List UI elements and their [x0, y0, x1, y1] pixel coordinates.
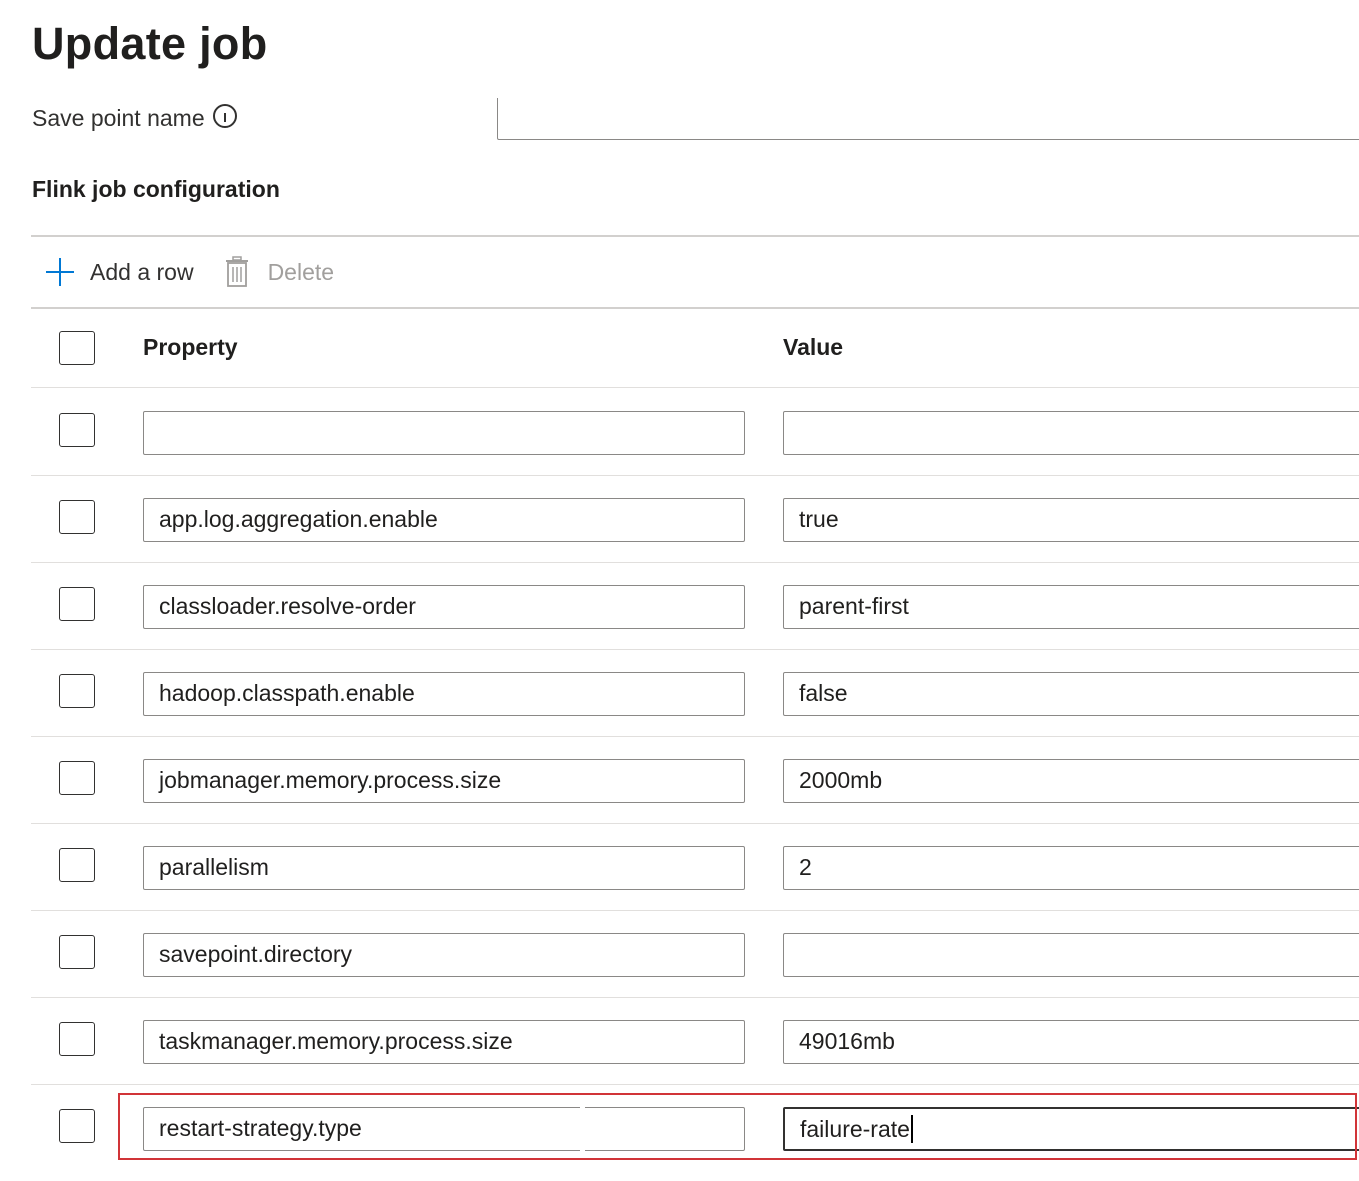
- table-row-highlighted: restart-strategy.type failure-rate: [31, 1085, 1359, 1172]
- savepoint-row: Save point name: [0, 98, 1359, 142]
- property-input[interactable]: parallelism: [143, 846, 745, 890]
- input-split-gap: [580, 1107, 585, 1155]
- property-input[interactable]: savepoint.directory: [143, 933, 745, 977]
- property-input[interactable]: app.log.aggregation.enable: [143, 498, 745, 542]
- table-row: jobmanager.memory.process.size 2000mb: [31, 737, 1359, 824]
- page-title: Update job: [32, 14, 1359, 98]
- plus-icon: [46, 258, 74, 286]
- table-row: [31, 389, 1359, 476]
- table-row: hadoop.classpath.enable false: [31, 650, 1359, 737]
- delete-button[interactable]: Delete: [224, 256, 334, 288]
- grid-toolbar: Add a row Delete: [44, 250, 364, 294]
- value-input[interactable]: [783, 411, 1359, 455]
- property-input[interactable]: restart-strategy.type: [143, 1107, 745, 1151]
- column-header-value: Value: [783, 334, 844, 360]
- property-input[interactable]: classloader.resolve-order: [143, 585, 745, 629]
- row-checkbox[interactable]: [59, 1109, 95, 1143]
- column-header-property: Property: [143, 334, 238, 360]
- text-caret: [910, 1114, 913, 1143]
- table-row: parallelism 2: [31, 824, 1359, 911]
- header-divider: [31, 386, 1359, 388]
- info-icon[interactable]: [212, 104, 237, 128]
- value-input-text: failure-rate: [800, 1116, 910, 1142]
- value-input[interactable]: false: [783, 672, 1359, 716]
- toolbar-divider-top: [31, 235, 1359, 237]
- delete-label: Delete: [267, 258, 335, 285]
- row-checkbox[interactable]: [59, 848, 95, 882]
- row-checkbox[interactable]: [59, 935, 95, 969]
- value-input[interactable]: 2: [783, 846, 1359, 890]
- table-row: taskmanager.memory.process.size 49016mb: [31, 998, 1359, 1085]
- row-checkbox[interactable]: [59, 500, 95, 534]
- table-row: savepoint.directory: [31, 911, 1359, 998]
- grid-header: Property Value: [31, 310, 1359, 388]
- property-input[interactable]: taskmanager.memory.process.size: [143, 1020, 745, 1064]
- value-input[interactable]: 49016mb: [783, 1020, 1359, 1064]
- add-row-button[interactable]: Add a row: [44, 256, 194, 288]
- value-input[interactable]: 2000mb: [783, 759, 1359, 803]
- property-input[interactable]: jobmanager.memory.process.size: [143, 759, 745, 803]
- value-input[interactable]: true: [783, 498, 1359, 542]
- select-all-checkbox[interactable]: [59, 331, 95, 365]
- row-checkbox[interactable]: [59, 761, 95, 795]
- property-input[interactable]: [143, 411, 745, 455]
- row-checkbox[interactable]: [59, 674, 95, 708]
- savepoint-name-input[interactable]: [497, 98, 1359, 140]
- add-row-label: Add a row: [90, 258, 194, 285]
- savepoint-label-text: Save point name: [32, 105, 205, 131]
- value-input-focused[interactable]: failure-rate: [783, 1107, 1359, 1151]
- value-input[interactable]: [783, 933, 1359, 977]
- row-checkbox[interactable]: [59, 413, 95, 447]
- value-input[interactable]: parent-first: [783, 585, 1359, 629]
- row-checkbox[interactable]: [59, 587, 95, 621]
- savepoint-label: Save point name: [32, 102, 237, 132]
- trash-icon: [225, 256, 248, 287]
- table-row: classloader.resolve-order parent-first: [31, 563, 1359, 650]
- row-checkbox[interactable]: [59, 1022, 95, 1056]
- property-input[interactable]: hadoop.classpath.enable: [143, 672, 745, 716]
- section-heading: Flink job configuration: [32, 176, 280, 202]
- table-row: app.log.aggregation.enable true: [31, 476, 1359, 563]
- toolbar-divider-bottom: [31, 307, 1359, 309]
